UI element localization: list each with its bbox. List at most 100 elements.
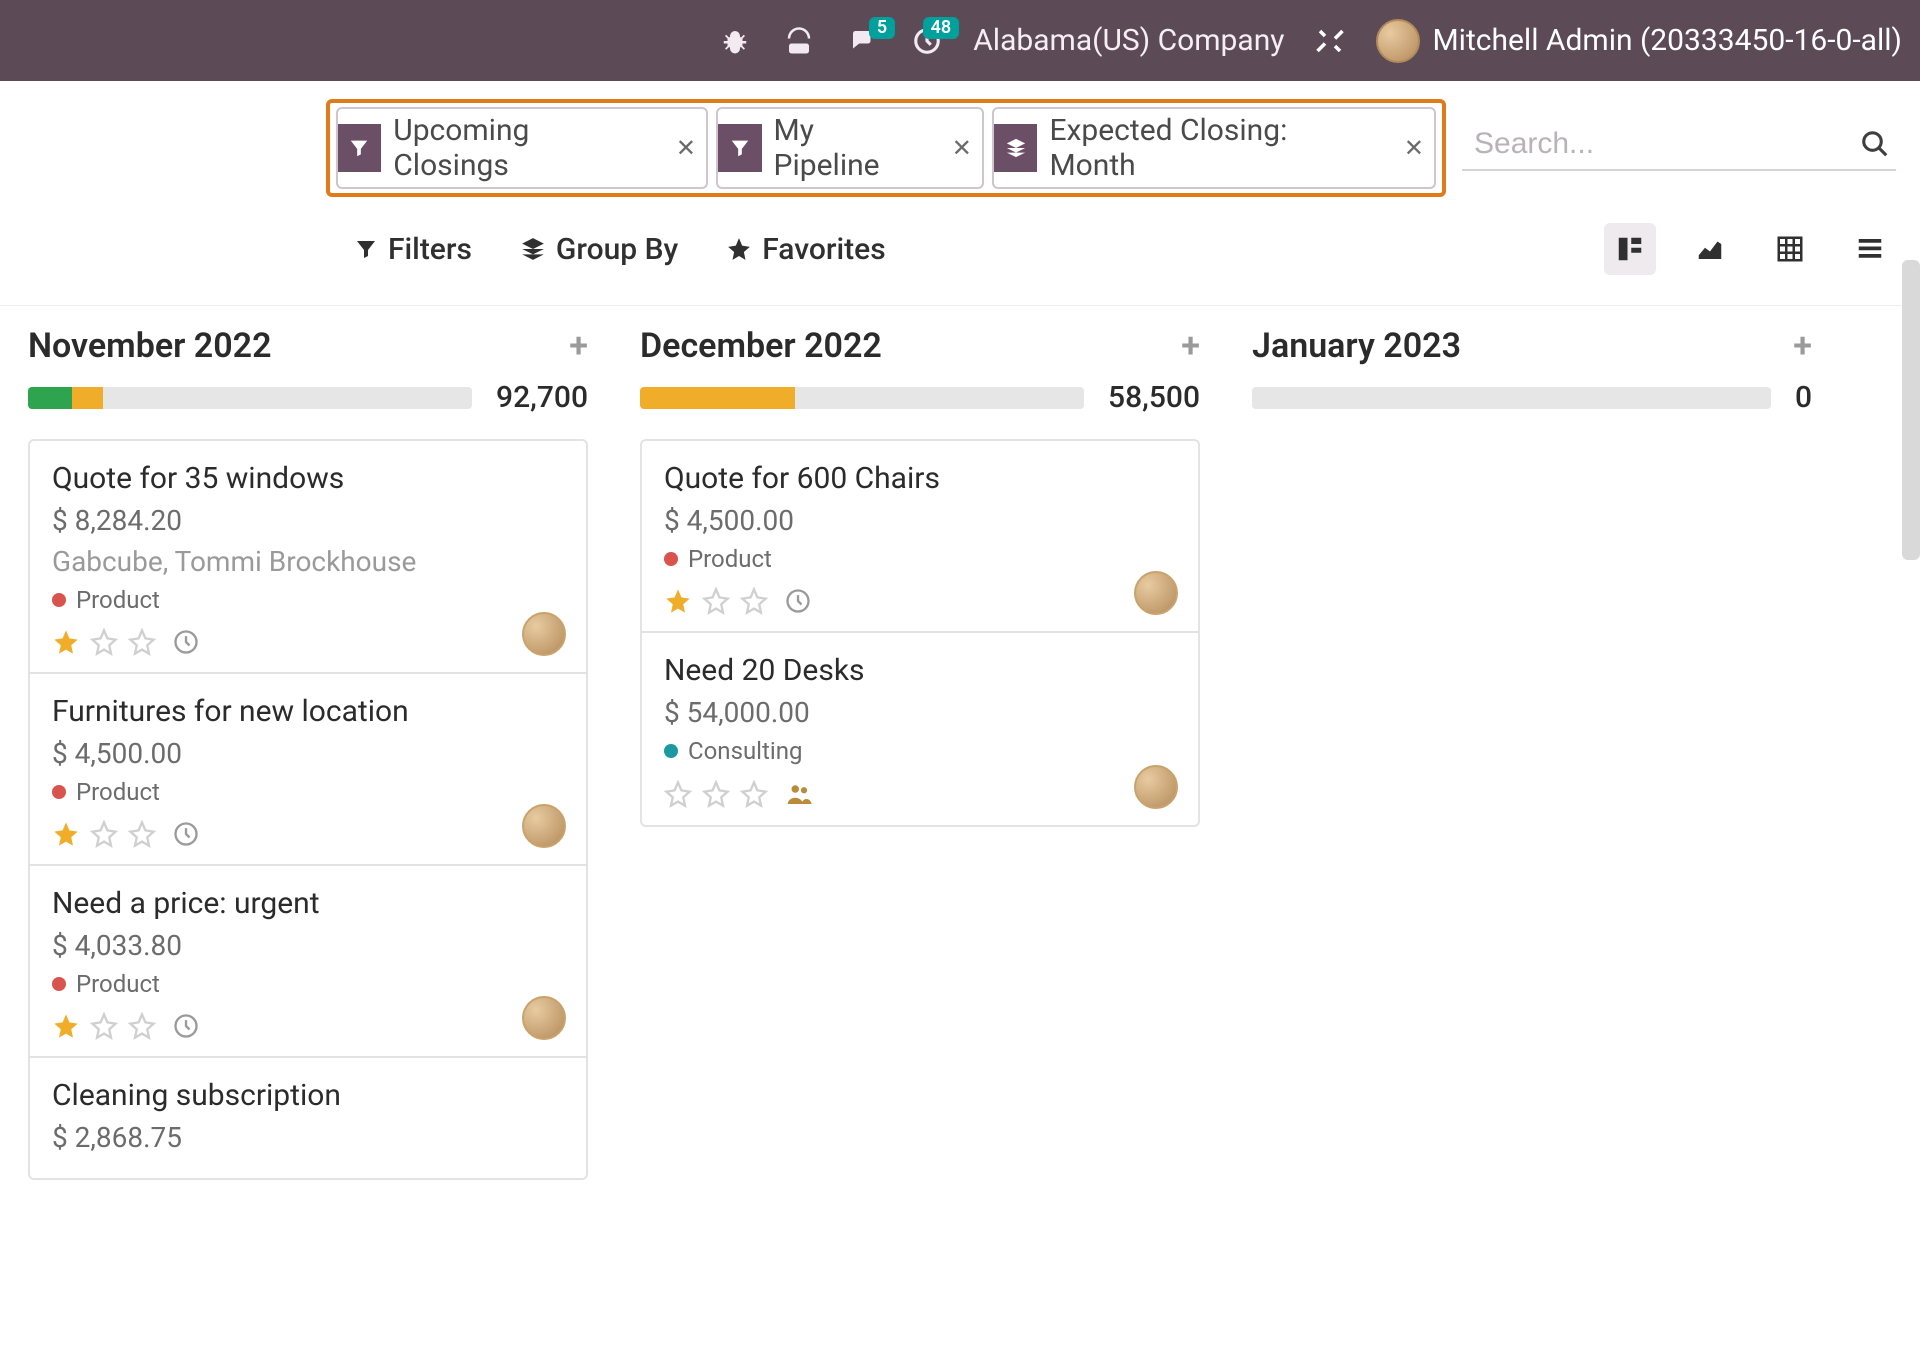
favorites-label: Favorites (762, 232, 885, 267)
kanban-card[interactable]: Cleaning subscription $ 2,868.75 (30, 1058, 586, 1178)
card-title: Quote for 35 windows (52, 461, 564, 496)
star-icon[interactable] (702, 587, 730, 615)
clock-icon[interactable] (172, 628, 200, 656)
column-title: January 2023 (1252, 326, 1461, 366)
star-icon[interactable] (128, 820, 156, 848)
column-progress-bar[interactable] (28, 387, 472, 409)
kanban-card[interactable]: Need 20 Desks $ 54,000.00 Consulting (642, 633, 1198, 825)
company-selector[interactable]: Alabama(US) Company (973, 23, 1284, 58)
activities-icon[interactable]: 48 (909, 23, 945, 59)
list-view-button[interactable] (1844, 223, 1896, 275)
topbar: 5 48 Alabama(US) Company Mitchell Admin … (0, 0, 1920, 81)
column-title: November 2022 (28, 326, 272, 366)
chip-close-icon[interactable]: ✕ (942, 134, 982, 162)
kanban-column-november: November 2022 + 92,700 Quote for 35 wind… (28, 326, 588, 1345)
chip-label: Upcoming Closings (391, 109, 656, 187)
card-tag: Product (52, 778, 564, 806)
card-avatar[interactable] (522, 804, 566, 848)
search-icon[interactable] (1860, 129, 1890, 159)
card-footer (52, 1012, 564, 1040)
card-tag: Product (52, 586, 564, 614)
column-add-button[interactable]: + (569, 326, 588, 366)
star-icon[interactable] (90, 820, 118, 848)
clock-icon[interactable] (172, 820, 200, 848)
chip-close-icon[interactable]: ✕ (1394, 134, 1434, 162)
activities-badge: 48 (923, 17, 960, 39)
column-total: 0 (1795, 380, 1812, 415)
star-icon[interactable] (128, 1012, 156, 1040)
kanban-card[interactable]: Furnitures for new location $ 4,500.00 P… (30, 674, 586, 866)
search-input[interactable] (1474, 127, 1860, 161)
card-avatar[interactable] (1134, 765, 1178, 809)
card-tag: Consulting (664, 737, 1176, 765)
star-icon[interactable] (52, 1012, 80, 1040)
filters-button[interactable]: Filters (354, 232, 472, 267)
column-add-button[interactable]: + (1181, 326, 1200, 366)
user-menu[interactable]: Mitchell Admin (20333450-16-0-all) (1376, 19, 1902, 63)
card-subtitle: Gabcube, Tommi Brockhouse (52, 545, 564, 578)
star-icon[interactable] (52, 628, 80, 656)
column-progress-bar[interactable] (640, 387, 1084, 409)
card-list: Quote for 35 windows $ 8,284.20 Gabcube,… (28, 439, 588, 1180)
filters-label: Filters (388, 232, 472, 267)
bug-icon[interactable] (717, 23, 753, 59)
card-tag: Product (664, 545, 1176, 573)
column-title: December 2022 (640, 326, 882, 366)
graph-view-button[interactable] (1684, 223, 1736, 275)
clock-icon[interactable] (172, 1012, 200, 1040)
card-title: Quote for 600 Chairs (664, 461, 1176, 496)
view-switcher (1604, 223, 1896, 275)
star-icon[interactable] (740, 780, 768, 808)
filter-chip-my-pipeline[interactable]: My Pipeline ✕ (716, 107, 984, 189)
kanban-card[interactable]: Need a price: urgent $ 4,033.80 Product (30, 866, 586, 1058)
tools-icon[interactable] (1312, 23, 1348, 59)
card-footer (52, 628, 564, 656)
kanban-view-button[interactable] (1604, 223, 1656, 275)
column-total: 92,700 (496, 380, 588, 415)
user-label: Mitchell Admin (20333450-16-0-all) (1432, 23, 1902, 58)
card-avatar[interactable] (522, 612, 566, 656)
phone-icon[interactable] (781, 23, 817, 59)
card-amount: $ 54,000.00 (664, 696, 1176, 729)
favorites-button[interactable]: Favorites (726, 232, 885, 267)
kanban-card[interactable]: Quote for 35 windows $ 8,284.20 Gabcube,… (30, 441, 586, 674)
card-avatar[interactable] (522, 996, 566, 1040)
chip-close-icon[interactable]: ✕ (666, 134, 706, 162)
search-field[interactable] (1462, 125, 1896, 171)
group-icon[interactable] (784, 779, 814, 809)
star-icon[interactable] (90, 1012, 118, 1040)
pivot-view-button[interactable] (1764, 223, 1816, 275)
dot-icon (52, 593, 66, 607)
star-icon[interactable] (128, 628, 156, 656)
star-icon[interactable] (52, 820, 80, 848)
star-icon[interactable] (740, 587, 768, 615)
card-footer (664, 587, 1176, 615)
column-progress-bar[interactable] (1252, 387, 1771, 409)
filter-chip-upcoming-closings[interactable]: Upcoming Closings ✕ (336, 107, 708, 189)
card-amount: $ 4,500.00 (52, 737, 564, 770)
vertical-scrollbar[interactable] (1902, 260, 1920, 560)
group-chip-expected-closing[interactable]: Expected Closing: Month ✕ (992, 107, 1436, 189)
kanban-column-december: December 2022 + 58,500 Quote for 600 Cha… (640, 326, 1200, 1345)
dot-icon (52, 785, 66, 799)
column-total: 58,500 (1108, 380, 1200, 415)
card-footer (52, 820, 564, 848)
star-icon[interactable] (664, 587, 692, 615)
star-icon[interactable] (664, 780, 692, 808)
controls-row: Filters Group By Favorites (0, 203, 1920, 305)
star-icon[interactable] (90, 628, 118, 656)
card-amount: $ 4,033.80 (52, 929, 564, 962)
layers-icon (994, 124, 1038, 172)
groupby-label: Group By (556, 232, 678, 267)
card-avatar[interactable] (1134, 571, 1178, 615)
messages-badge: 5 (869, 17, 895, 39)
chip-label: Expected Closing: Month (1047, 109, 1383, 187)
kanban-card[interactable]: Quote for 600 Chairs $ 4,500.00 Product (642, 441, 1198, 633)
groupby-button[interactable]: Group By (520, 232, 678, 267)
messages-icon[interactable]: 5 (845, 23, 881, 59)
card-amount: $ 8,284.20 (52, 504, 564, 537)
column-add-button[interactable]: + (1793, 326, 1812, 366)
clock-icon[interactable] (784, 587, 812, 615)
dot-icon (664, 744, 678, 758)
star-icon[interactable] (702, 780, 730, 808)
